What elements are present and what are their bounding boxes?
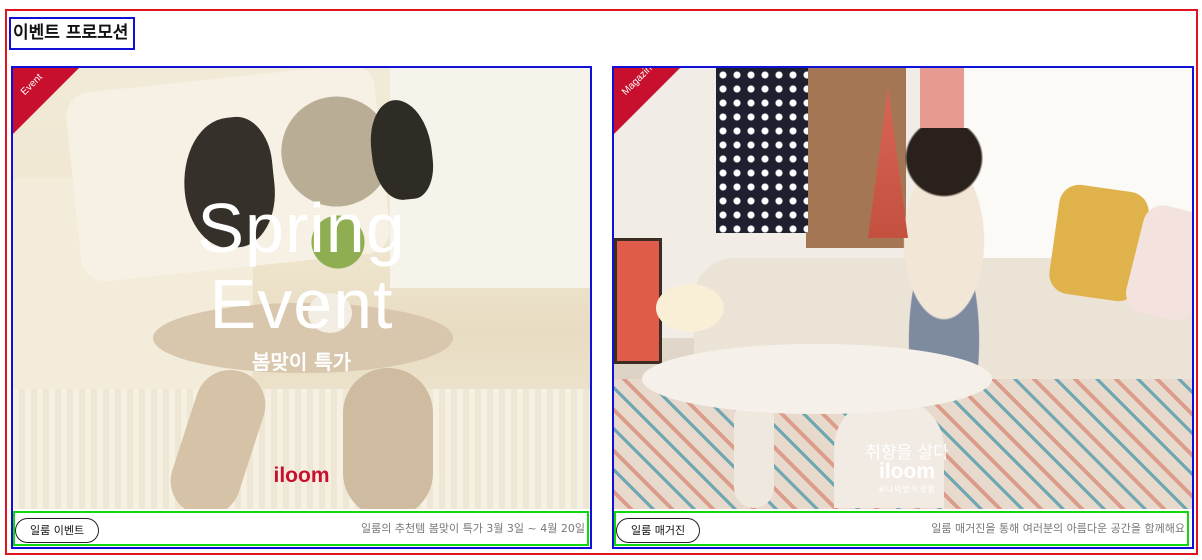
magazine-banner-image[interactable]: 취향을 살다 iloom #나의방식생활 Magazine	[614, 68, 1192, 509]
tapestry-decor	[716, 68, 808, 233]
magazine-card[interactable]: 취향을 살다 iloom #나의방식생활 Magazine 일룸 매거진 일룸 …	[612, 66, 1194, 549]
table-leg-decor	[734, 398, 774, 508]
event-card[interactable]: Spring Event 봄맞이 특가 iloom Event 일룸 이벤트 일…	[11, 66, 592, 549]
banner-tagline: #나의방식생활	[878, 485, 936, 494]
frame-decor	[614, 238, 662, 364]
magazine-description: 일룸 매거진을 통해 여러분의 아름다운 공간을 함께해요	[931, 522, 1185, 535]
magazine-category-chip[interactable]: 일룸 매거진	[616, 518, 701, 543]
brand-logo: iloom	[879, 460, 935, 483]
brand-logo: iloom	[273, 464, 330, 487]
section-title: 이벤트 프로모션	[9, 17, 135, 50]
event-banner-image[interactable]: Spring Event 봄맞이 특가 iloom Event	[13, 68, 590, 509]
lamp-decor	[656, 284, 724, 332]
event-ribbon	[13, 68, 79, 134]
magazine-card-footer: 일룸 매거진 일룸 매거진을 통해 여러분의 아름다운 공간을 함께해요	[614, 511, 1189, 546]
coffee-table-decor	[642, 344, 992, 414]
banner-title-line-1: Spring	[197, 189, 406, 267]
rug-decor	[13, 389, 590, 509]
banner-title-line-2: Event	[209, 265, 394, 343]
banner-subtitle: 봄맞이 특가	[252, 350, 351, 374]
event-category-chip[interactable]: 일룸 이벤트	[15, 518, 100, 543]
event-card-footer: 일룸 이벤트 일룸의 추천템 봄맞이 특가 3월 3일 ~ 4월 20일	[13, 511, 589, 546]
event-description: 일룸의 추천템 봄맞이 특가 3월 3일 ~ 4월 20일	[361, 522, 585, 535]
